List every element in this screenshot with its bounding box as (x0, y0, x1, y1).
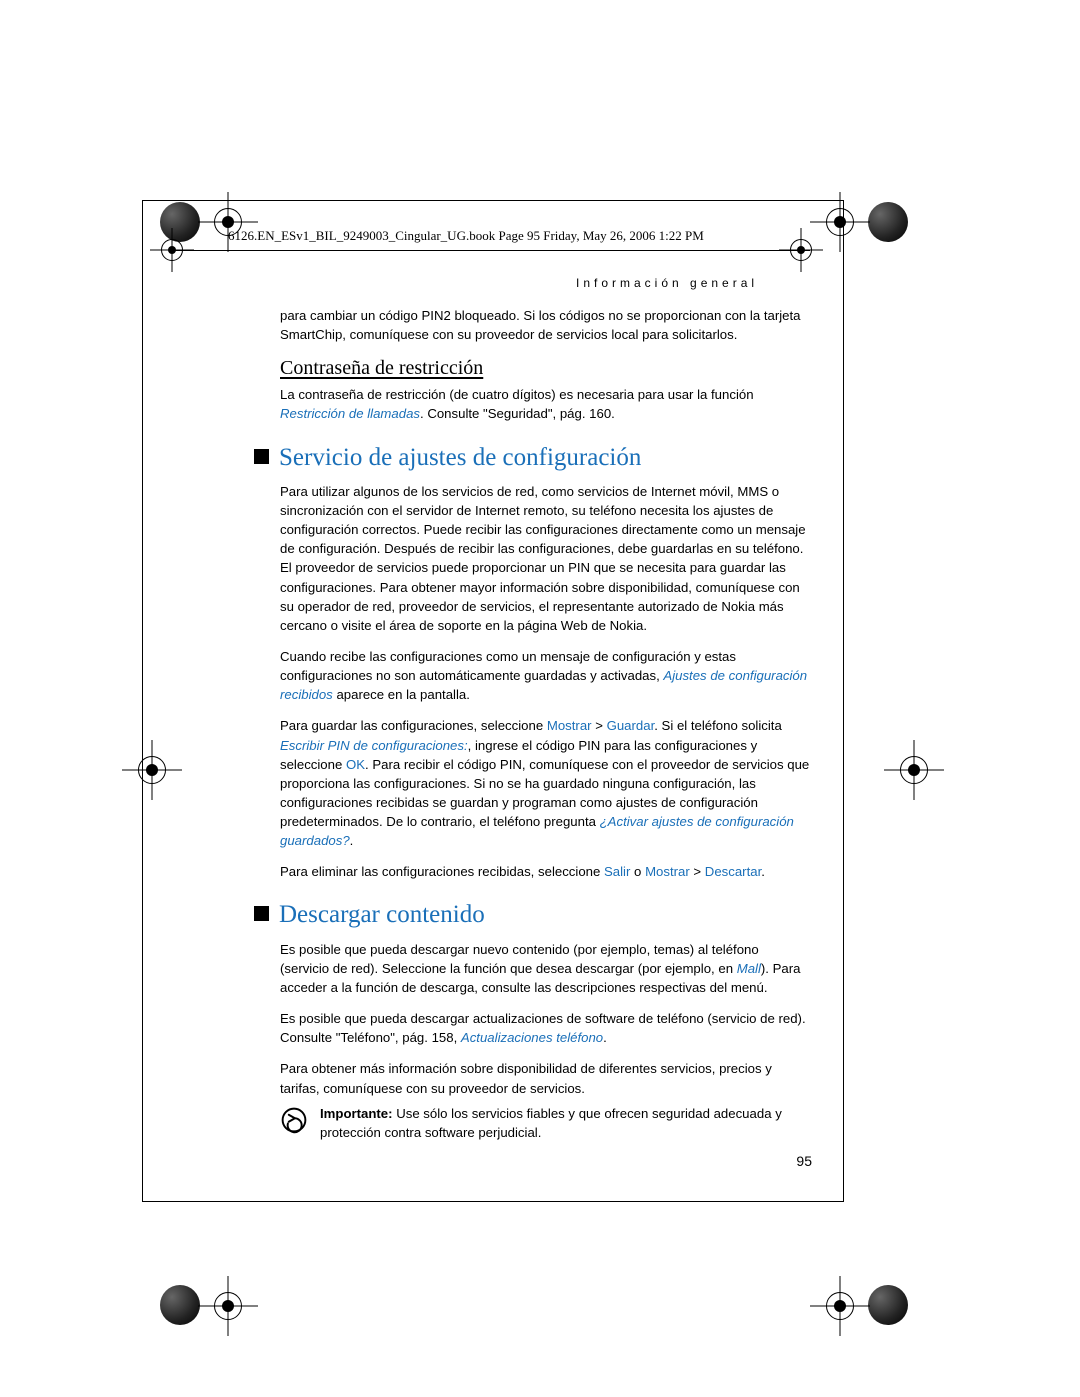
corner-ball (160, 1285, 200, 1325)
paragraph: Para guardar las configuraciones, selecc… (280, 716, 810, 850)
page-number: 95 (796, 1153, 812, 1169)
important-icon (280, 1106, 308, 1134)
square-bullet-icon (254, 449, 269, 464)
paragraph: Es posible que pueda descargar actualiza… (280, 1009, 810, 1047)
section-download: Descargar contenido (254, 897, 810, 933)
section-config-service: Servicio de ajustes de configuración (254, 440, 810, 476)
ui-descartar: Descartar (705, 864, 761, 879)
registration-mark (810, 1276, 870, 1336)
ui-salir: Salir (604, 864, 630, 879)
link-write-pin: Escribir PIN de configuraciones: (280, 738, 468, 753)
link-call-restriction: Restricción de llamadas (280, 406, 420, 421)
registration-mark (198, 1276, 258, 1336)
page-content: para cambiar un código PIN2 bloqueado. S… (280, 306, 810, 1142)
corner-ball (868, 202, 908, 242)
paragraph: Cuando recibe las configuraciones como u… (280, 647, 810, 704)
ui-ok: OK (346, 757, 365, 772)
link-mall: Mall (737, 961, 761, 976)
registration-mark (884, 740, 944, 800)
subheading-password: Contraseña de restricción (280, 354, 810, 383)
paragraph: Es posible que pueda descargar nuevo con… (280, 940, 810, 997)
running-header: Información general (576, 276, 758, 290)
ui-mostrar: Mostrar (547, 718, 592, 733)
square-bullet-icon (254, 906, 269, 921)
paragraph: para cambiar un código PIN2 bloqueado. S… (280, 306, 810, 344)
header-rule (170, 250, 810, 251)
paragraph: Para obtener más información sobre dispo… (280, 1059, 810, 1097)
paragraph: La contraseña de restricción (de cuatro … (280, 385, 810, 423)
important-text: Importante: Use sólo los servicios fiabl… (320, 1104, 810, 1142)
link-phone-updates: Actualizaciones teléfono (461, 1030, 603, 1045)
paragraph: Para utilizar algunos de los servicios d… (280, 482, 810, 635)
registration-mark (122, 740, 182, 800)
doc-path-header: 6126.EN_ESv1_BIL_9249003_Cingular_UG.boo… (228, 228, 704, 244)
important-note: Importante: Use sólo los servicios fiabl… (280, 1104, 810, 1142)
corner-ball (868, 1285, 908, 1325)
ui-guardar: Guardar (607, 718, 655, 733)
paragraph: Para eliminar las configuraciones recibi… (280, 862, 810, 881)
ui-mostrar-2: Mostrar (645, 864, 690, 879)
